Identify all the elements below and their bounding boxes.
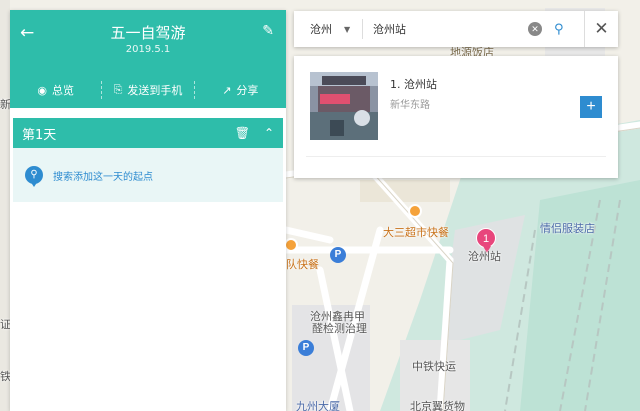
map-label-clothing[interactable]: 情侣服装店 bbox=[540, 220, 595, 236]
station-marker-icon[interactable]: 1 bbox=[476, 228, 496, 253]
result-address: 新华东路 bbox=[390, 100, 430, 111]
send-phone-icon: ⎘ bbox=[113, 83, 123, 96]
trip-header: ← 五一自驾游 2019.5.1 ✎ ◉ 总览 ⎘ 发送到手机 ↗ 分享 bbox=[10, 10, 286, 108]
result-thumbnail bbox=[310, 72, 378, 140]
trip-actions: ◉ 总览 ⎘ 发送到手机 ↗ 分享 bbox=[10, 78, 286, 102]
city-dropdown[interactable]: 沧州 ▼ bbox=[294, 21, 362, 37]
food-poi-icon[interactable] bbox=[284, 238, 298, 252]
map-label-building-2: 醛检测治理 bbox=[312, 322, 367, 335]
parking-icon[interactable]: P bbox=[298, 340, 314, 356]
map-label-fast-food[interactable]: 队快餐 bbox=[286, 256, 319, 272]
map-label-hotel: 九州大厦 bbox=[296, 400, 340, 411]
parking-icon[interactable]: P bbox=[330, 247, 346, 263]
station-photo-icon bbox=[310, 72, 378, 140]
result-item[interactable]: 1. 沧州站 新华东路 + bbox=[294, 56, 618, 156]
pencil-edit-icon[interactable]: ✎ bbox=[262, 23, 274, 39]
search-input[interactable] bbox=[362, 19, 522, 39]
search-bar: 沧州 ▼ ✕ ⚲ ✕ bbox=[294, 11, 618, 47]
map-label-station[interactable]: 沧州站 bbox=[468, 248, 501, 264]
close-button[interactable]: ✕ bbox=[584, 11, 618, 47]
add-start-point-button[interactable]: ⚲ 搜索添加这一天的起点 bbox=[13, 148, 283, 202]
overview-icon: ◉ bbox=[37, 83, 47, 97]
share-label: 分享 bbox=[236, 84, 259, 97]
day-header[interactable]: 第1天 🗑 ⌃ bbox=[13, 118, 283, 148]
overview-button[interactable]: ◉ 总览 bbox=[10, 82, 101, 98]
trip-date: 2019.5.1 bbox=[125, 44, 171, 55]
result-name: 1. 沧州站 bbox=[390, 78, 437, 91]
food-poi-icon[interactable] bbox=[408, 204, 422, 218]
map-label-express: 中铁快运 bbox=[412, 360, 456, 373]
map-label-food-court[interactable]: 大三超市快餐 bbox=[383, 224, 449, 240]
trash-icon[interactable]: 🗑 bbox=[235, 126, 250, 140]
trip-panel: ← 五一自驾游 2019.5.1 ✎ ◉ 总览 ⎘ 发送到手机 ↗ 分享 第1天… bbox=[10, 10, 286, 411]
search-results: 1. 沧州站 新华东路 + bbox=[294, 56, 618, 178]
add-plus-button[interactable]: + bbox=[580, 96, 602, 118]
city-value: 沧州 bbox=[310, 23, 332, 36]
send-to-phone-button[interactable]: ⎘ 发送到手机 bbox=[102, 82, 193, 98]
share-button[interactable]: ↗ 分享 bbox=[195, 82, 286, 98]
trip-title: 五一自驾游 bbox=[110, 24, 186, 42]
add-start-point-label: 搜索添加这一天的起点 bbox=[53, 171, 153, 183]
divider bbox=[306, 156, 606, 157]
close-icon: ✕ bbox=[594, 19, 609, 39]
search-pin-icon: ⚲ bbox=[25, 166, 43, 187]
map-label-cargo: 北京翼货物 bbox=[410, 400, 465, 411]
caret-down-icon: ▼ bbox=[344, 24, 351, 34]
clear-icon[interactable]: ✕ bbox=[528, 22, 542, 36]
day-label: 第1天 bbox=[22, 127, 57, 143]
overview-label: 总览 bbox=[51, 84, 74, 97]
chevron-up-icon[interactable]: ⌃ bbox=[264, 126, 274, 140]
share-icon: ↗ bbox=[222, 83, 232, 97]
send-to-phone-label: 发送到手机 bbox=[127, 84, 183, 97]
search-icon[interactable]: ⚲ bbox=[554, 22, 564, 37]
